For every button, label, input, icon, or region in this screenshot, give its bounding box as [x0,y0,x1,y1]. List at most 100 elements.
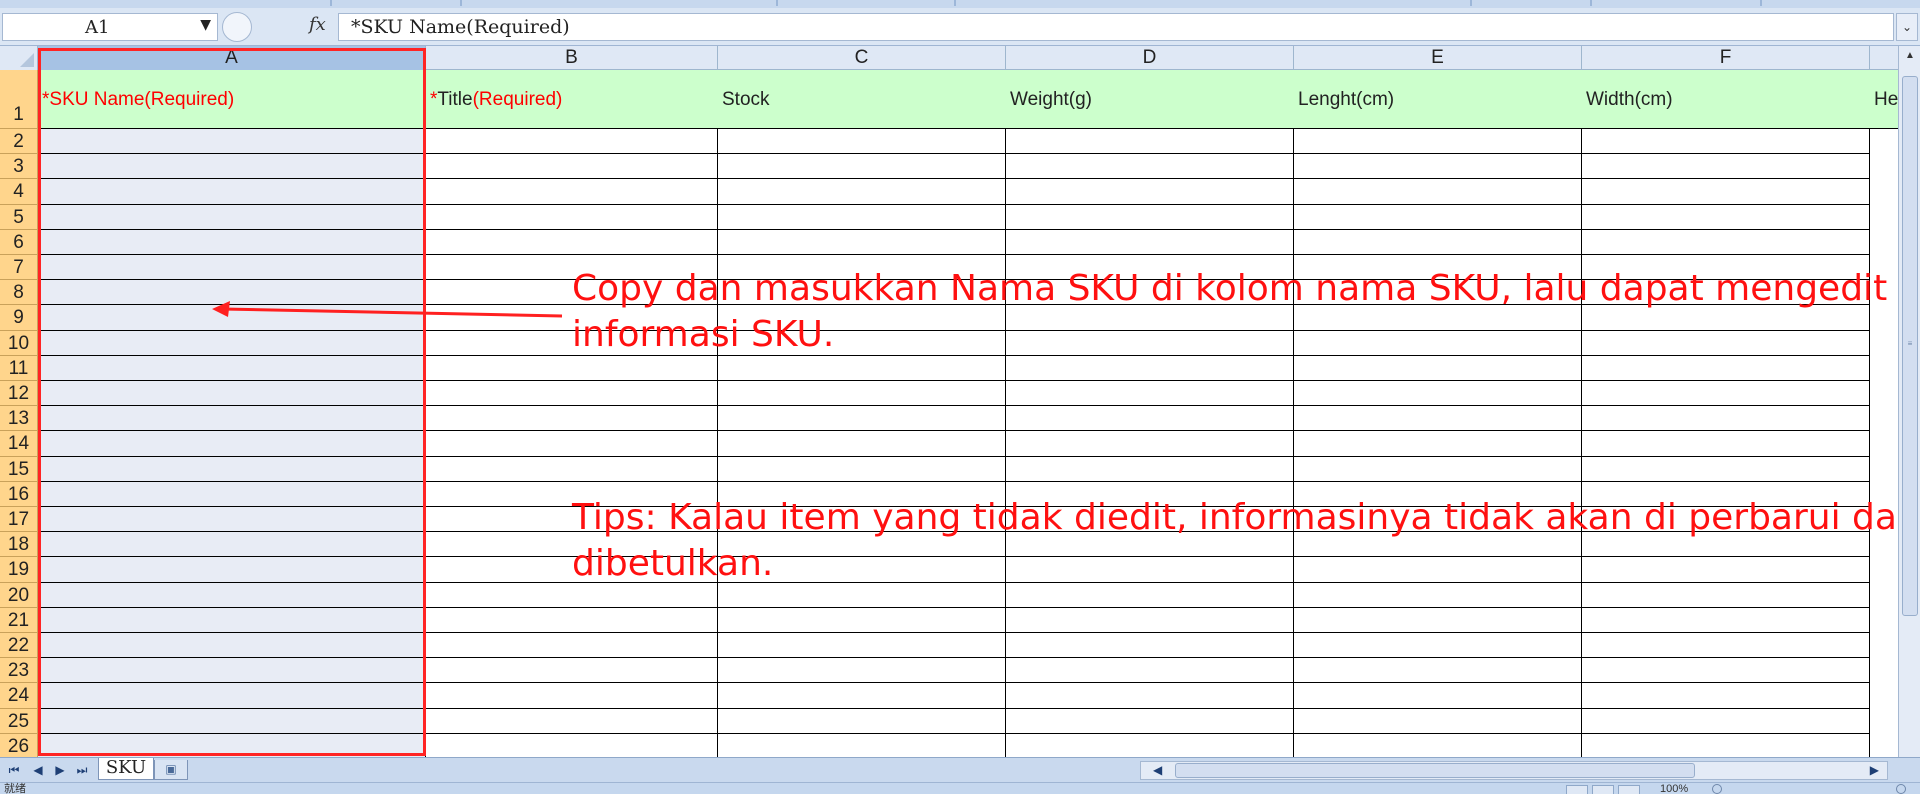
cell-c1[interactable]: Stock [718,70,1006,129]
row-header[interactable]: 1 [0,70,38,129]
column-header-e[interactable]: E [1294,46,1582,70]
cell-a20[interactable] [38,582,426,608]
select-all-button[interactable] [0,46,38,70]
cell-f12[interactable] [1582,381,1870,407]
cell-d15[interactable] [1006,456,1294,482]
cell-e22[interactable] [1294,633,1582,659]
cell-e13[interactable] [1294,406,1582,432]
cell-a11[interactable] [38,355,426,381]
cell-d5[interactable] [1006,204,1294,230]
column-header-f[interactable]: F [1582,46,1870,70]
column-header-c[interactable]: C [718,46,1006,70]
cell-f4[interactable] [1582,179,1870,205]
cell-c15[interactable] [718,456,1006,482]
normal-view-icon[interactable] [1566,785,1588,794]
cell-d13[interactable] [1006,406,1294,432]
insert-function-icon[interactable]: fx [309,14,326,35]
next-sheet-icon[interactable]: ▶ [52,762,68,778]
row-header[interactable]: 20 [0,582,38,608]
cell-b26[interactable] [426,733,718,757]
cell-d1[interactable]: Weight(g) [1006,70,1294,129]
cell-c3[interactable] [718,154,1006,180]
cell-a9[interactable] [38,305,426,331]
cell-e24[interactable] [1294,683,1582,709]
cell-b4[interactable] [426,179,718,205]
cell-e23[interactable] [1294,658,1582,684]
column-header-a[interactable]: A [38,46,426,70]
cell-d2[interactable] [1006,129,1294,155]
cell-d4[interactable] [1006,179,1294,205]
column-header-d[interactable]: D [1006,46,1294,70]
column-header-b[interactable]: B [426,46,718,70]
cell-c26[interactable] [718,733,1006,757]
cell-e4[interactable] [1294,179,1582,205]
cell-d3[interactable] [1006,154,1294,180]
row-header[interactable]: 17 [0,507,38,533]
zoom-out-icon[interactable] [1712,784,1722,794]
formula-bar-splitter[interactable] [222,12,252,42]
cell-g1[interactable]: He [1870,70,1898,129]
cell-b5[interactable] [426,204,718,230]
row-header[interactable]: 26 [0,733,38,759]
cell-e25[interactable] [1294,708,1582,734]
previous-sheet-icon[interactable]: ◀ [30,762,46,778]
cell-b24[interactable] [426,683,718,709]
cell-f6[interactable] [1582,229,1870,255]
last-sheet-icon[interactable]: ⏭ [74,762,90,778]
cell-d24[interactable] [1006,683,1294,709]
cell-b13[interactable] [426,406,718,432]
cell-a3[interactable] [38,154,426,180]
cell-a19[interactable] [38,557,426,583]
cell-e14[interactable] [1294,431,1582,457]
cell-c13[interactable] [718,406,1006,432]
cell-f19[interactable] [1582,557,1870,583]
cell-c12[interactable] [718,381,1006,407]
cell-a23[interactable] [38,658,426,684]
row-header[interactable]: 10 [0,330,38,356]
row-header[interactable]: 19 [0,557,38,583]
cell-a2[interactable] [38,129,426,155]
row-header[interactable]: 2 [0,129,38,155]
cell-e21[interactable] [1294,607,1582,633]
row-header[interactable]: 7 [0,255,38,281]
cell-e10[interactable] [1294,330,1582,356]
row-header[interactable]: 11 [0,355,38,381]
chevron-down-icon[interactable]: ▼ [200,17,211,33]
vertical-scrollbar[interactable]: ▲ ≡ [1898,46,1920,757]
horizontal-scroll-thumb[interactable] [1175,763,1695,778]
column-header-g[interactable] [1870,46,1898,70]
cell-f3[interactable] [1582,154,1870,180]
cell-a13[interactable] [38,406,426,432]
scroll-right-icon[interactable]: ▶ [1870,763,1879,777]
cell-a16[interactable] [38,481,426,507]
cell-e15[interactable] [1294,456,1582,482]
cell-f5[interactable] [1582,204,1870,230]
scroll-up-icon[interactable]: ▲ [1901,50,1919,68]
cell-a10[interactable] [38,330,426,356]
cell-b11[interactable] [426,355,718,381]
cell-f1[interactable]: Width(cm) [1582,70,1870,129]
cell-f14[interactable] [1582,431,1870,457]
cell-c14[interactable] [718,431,1006,457]
cell-f21[interactable] [1582,607,1870,633]
cell-c23[interactable] [718,658,1006,684]
worksheet-grid[interactable]: *SKU Name(Required) *Title(Required) Stock… [38,70,1898,757]
row-header[interactable]: 21 [0,607,38,633]
cell-b25[interactable] [426,708,718,734]
cell-f10[interactable] [1582,330,1870,356]
cell-a24[interactable] [38,683,426,709]
cell-a4[interactable] [38,179,426,205]
scroll-left-icon[interactable]: ◀ [1153,763,1162,777]
cell-a1[interactable]: *SKU Name(Required) [38,70,426,129]
row-header[interactable]: 24 [0,683,38,709]
cell-a5[interactable] [38,204,426,230]
page-layout-view-icon[interactable] [1592,785,1614,794]
row-header[interactable]: 6 [0,229,38,255]
cell-e3[interactable] [1294,154,1582,180]
cell-b21[interactable] [426,607,718,633]
cell-f25[interactable] [1582,708,1870,734]
row-header[interactable]: 13 [0,406,38,432]
cell-b6[interactable] [426,229,718,255]
cell-a18[interactable] [38,532,426,558]
cell-c5[interactable] [718,204,1006,230]
